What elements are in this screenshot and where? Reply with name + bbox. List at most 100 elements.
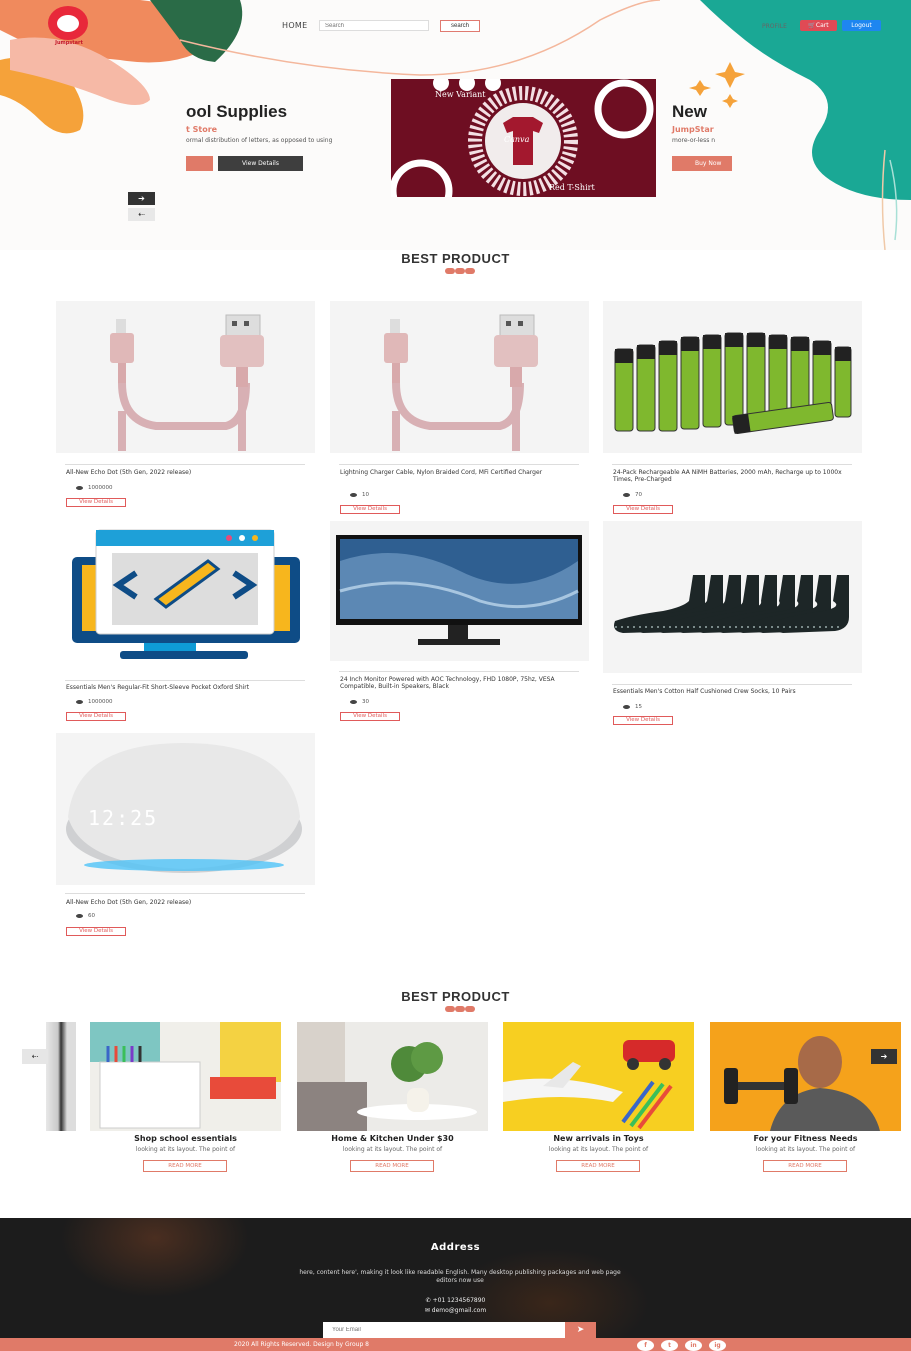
footer: Address here, content here', making it l… <box>0 1218 911 1351</box>
product-image[interactable] <box>330 301 589 453</box>
category-description: looking at its layout. The point of <box>548 1146 649 1153</box>
product-image[interactable] <box>330 521 589 661</box>
left-slide-view-details-button[interactable]: View Details <box>218 156 303 171</box>
category-title[interactable]: New arrivals in Toys <box>503 1134 694 1143</box>
usb-cable-icon <box>110 314 264 451</box>
send-icon[interactable]: ➤ <box>565 1322 596 1338</box>
product-card: Essentials Men's Regular-Fit Short-Sleev… <box>56 521 315 721</box>
footer-background-decoration <box>60 1218 250 1298</box>
banner-top-text: New Variant <box>435 90 486 99</box>
nav-home-link[interactable]: HOME <box>282 21 307 30</box>
carousel-peek-image <box>46 1022 76 1131</box>
search-button[interactable]: search <box>440 20 480 32</box>
eye-icon <box>623 492 630 497</box>
read-more-button[interactable]: READ MORE <box>143 1160 227 1172</box>
linkedin-icon[interactable]: in <box>685 1340 702 1351</box>
view-details-button[interactable]: View Details <box>340 712 400 721</box>
product-rating: 1000000 <box>76 485 113 491</box>
card-divider <box>612 684 852 685</box>
eye-icon <box>350 699 357 704</box>
view-details-button[interactable]: View Details <box>613 716 673 725</box>
product-name[interactable]: Lightning Charger Cable, Nylon Braided C… <box>340 469 580 476</box>
product-name[interactable]: 24-Pack Rechargeable AA NiMH Batteries, … <box>613 469 853 483</box>
view-details-button[interactable]: View Details <box>66 712 126 721</box>
page: Jumpstart HOME search PROFILE 🛒Cart Logo… <box>0 0 911 1351</box>
rating-value: 60 <box>88 913 95 919</box>
facebook-icon[interactable]: f <box>637 1340 654 1351</box>
copyright-bar: 2020 All Rights Reserved. Design by Grou… <box>0 1338 911 1351</box>
product-rating: 10 <box>350 492 369 498</box>
product-name[interactable]: 24 Inch Monitor Powered with AOC Technol… <box>340 676 580 690</box>
category-description: looking at its layout. The point of <box>755 1146 856 1153</box>
best-product-heading: BEST PRODUCT <box>401 251 510 266</box>
product-name[interactable]: Essentials Men's Regular-Fit Short-Sleev… <box>66 684 306 691</box>
phone-icon: ✆ <box>425 1297 433 1304</box>
product-rating: 30 <box>350 699 369 705</box>
product-name[interactable]: Essentials Men's Cotton Half Cushioned C… <box>613 688 853 695</box>
product-name[interactable]: All-New Echo Dot (5th Gen, 2022 release) <box>66 469 306 476</box>
category-description: looking at its layout. The point of <box>342 1146 443 1153</box>
category-image[interactable] <box>90 1022 281 1131</box>
read-more-button[interactable]: READ MORE <box>763 1160 847 1172</box>
product-card: 12:25 All-New Echo Dot (5th Gen, 2022 re… <box>56 733 315 936</box>
read-more-button[interactable]: READ MORE <box>556 1160 640 1172</box>
hero-next-arrow-icon[interactable]: ➔ <box>128 192 155 205</box>
rating-value: 30 <box>362 699 369 705</box>
twitter-icon[interactable]: t <box>661 1340 678 1351</box>
rating-value: 10 <box>362 492 369 498</box>
hero-banner-image[interactable]: New Variant Canva Red T-Shirt <box>391 79 656 197</box>
cart-button[interactable]: 🛒Cart <box>800 20 837 31</box>
usb-cable-icon <box>384 314 538 451</box>
category-card: For your Fitness Needs looking at its la… <box>710 1022 901 1172</box>
category-image[interactable] <box>710 1022 901 1131</box>
view-details-button[interactable]: View Details <box>613 505 673 514</box>
product-card: 24 Inch Monitor Powered with AOC Technol… <box>330 521 589 721</box>
footer-title: Address <box>430 1242 481 1253</box>
view-details-button[interactable]: View Details <box>66 498 126 507</box>
footer-description: here, content here', making it look like… <box>299 1269 621 1284</box>
heading-dots-decoration <box>445 268 475 274</box>
product-name[interactable]: All-New Echo Dot (5th Gen, 2022 release) <box>66 899 306 906</box>
category-card: New arrivals in Toys looking at its layo… <box>503 1022 694 1172</box>
footer-email: ✉ demo@gmail.com <box>0 1307 911 1314</box>
category-title[interactable]: Home & Kitchen Under $30 <box>297 1134 488 1143</box>
carousel-prev-arrow-icon[interactable]: ⇠ <box>22 1049 48 1064</box>
right-slide-buy-button[interactable]: Buy Now <box>672 156 732 171</box>
newsletter-email-input[interactable] <box>323 1322 565 1338</box>
instagram-icon[interactable]: ig <box>709 1340 726 1351</box>
category-title[interactable]: Shop school essentials <box>90 1134 281 1143</box>
nav-profile-link[interactable]: PROFILE <box>762 23 787 30</box>
carousel-next-arrow-icon[interactable]: ➔ <box>871 1049 897 1064</box>
right-slide-subtitle: JumpStar <box>672 125 714 134</box>
product-image[interactable] <box>56 301 315 453</box>
view-details-button[interactable]: View Details <box>66 927 126 936</box>
logo[interactable]: Jumpstart <box>38 6 100 46</box>
left-slide-buy-button[interactable] <box>186 156 213 171</box>
code-monitor-icon <box>72 529 300 659</box>
eye-icon <box>350 492 357 497</box>
read-more-button[interactable]: READ MORE <box>350 1160 434 1172</box>
mail-icon: ✉ <box>424 1307 432 1314</box>
product-image[interactable] <box>603 521 862 673</box>
product-image[interactable] <box>603 301 862 453</box>
product-card: Essentials Men's Cotton Half Cushioned C… <box>603 521 862 725</box>
rating-value: 70 <box>635 492 642 498</box>
search-input[interactable] <box>319 20 429 31</box>
rating-value: 1000000 <box>88 699 113 705</box>
eye-icon <box>76 699 83 704</box>
category-image[interactable] <box>503 1022 694 1131</box>
view-details-button[interactable]: View Details <box>340 505 400 514</box>
product-image[interactable] <box>56 521 315 673</box>
hero-prev-arrow-icon[interactable]: ⇠ <box>128 208 155 221</box>
category-image[interactable] <box>297 1022 488 1131</box>
email-address: demo@gmail.com <box>431 1307 487 1314</box>
home-kitchen-icon <box>297 1022 488 1131</box>
category-title[interactable]: For your Fitness Needs <box>710 1134 901 1143</box>
socks-icon <box>614 575 849 633</box>
logout-button[interactable]: Logout <box>842 20 881 31</box>
card-divider <box>65 680 305 681</box>
product-image[interactable]: 12:25 <box>56 733 315 885</box>
best-product-heading: BEST PRODUCT <box>401 989 510 1004</box>
rating-value: 1000000 <box>88 485 113 491</box>
eye-icon <box>623 704 630 709</box>
